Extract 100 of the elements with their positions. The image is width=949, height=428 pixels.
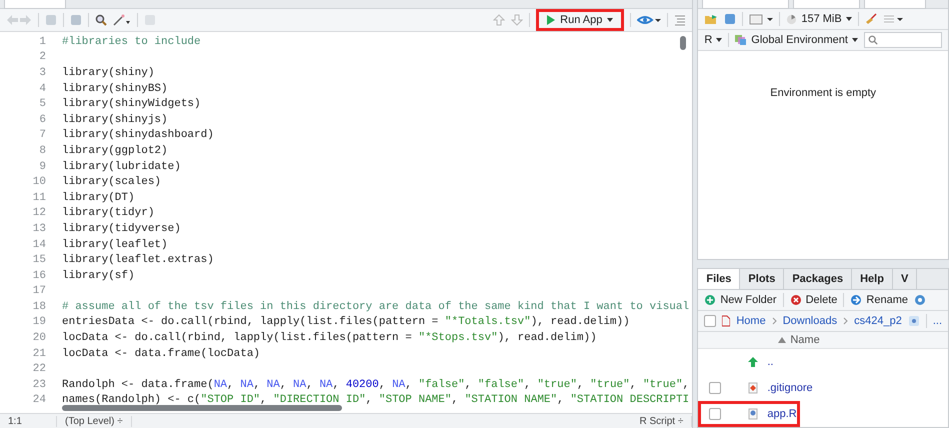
file-row[interactable]: .. — [698, 349, 948, 375]
line-number: 13 — [32, 222, 46, 235]
file-action-button[interactable]: New Folder — [704, 294, 777, 306]
line-number: 18 — [32, 300, 46, 313]
language-dropdown[interactable]: R — [704, 34, 722, 46]
code-line: library(DT) — [62, 192, 135, 204]
line-number: 23 — [32, 378, 46, 391]
import-dataset-icon[interactable] — [749, 13, 774, 25]
arrow-icon — [850, 294, 862, 306]
breadcrumb-link[interactable]: cs424_p2 — [854, 315, 902, 327]
line-number: 21 — [32, 348, 46, 360]
file-action-button[interactable]: Rename — [850, 294, 908, 306]
file-name-link[interactable]: .. — [767, 356, 774, 368]
scope-selector[interactable]: (Top Level) ÷ — [57, 416, 132, 426]
caret-icon — [846, 17, 852, 21]
code-line: names(Randolph) <- c("STOP ID", "DIRECTION ID", "STOP NAME", "STATION NAME", "STATION DESCRIPTI — [62, 394, 690, 406]
select-all-checkbox[interactable] — [704, 315, 716, 327]
memory-usage-dropdown[interactable]: 157 MiB — [786, 13, 852, 25]
code-line: Randolph <- data.frame(NA, NA, NA, NA, NA, 40200, NA, "false", "false", "true", "true", "true", — [62, 378, 690, 391]
line-number: 20 — [32, 332, 46, 344]
file-action-button[interactable]: Delete — [790, 294, 838, 306]
outline-icon[interactable] — [674, 14, 686, 26]
list-view-icon[interactable] — [882, 13, 903, 25]
code-line: entriesData <- do.call(rbind, lapply(list.files(pattern = "*Totals.tsv"), read.delim)) — [62, 316, 630, 328]
down-arrow-icon[interactable] — [511, 14, 524, 26]
empty-environment-message: Environment is empty — [769, 87, 878, 99]
stacked-squares-icon — [735, 34, 748, 46]
play-icon — [547, 15, 556, 25]
up-arrow-icon — [747, 356, 760, 368]
file-name-link[interactable]: .gitignore — [767, 382, 813, 394]
line-number: 24 — [32, 394, 46, 406]
plus-icon — [704, 294, 716, 306]
breadcrumb-link[interactable]: Home — [736, 315, 766, 327]
folder-icon[interactable] — [704, 13, 718, 25]
line-number: 2 — [38, 51, 46, 64]
environment-dropdown[interactable]: Global Environment — [735, 34, 858, 46]
file-row[interactable]: app.R — [698, 401, 800, 427]
row-checkbox[interactable] — [709, 408, 722, 420]
code-line: locData <- do.call(rbind, lapply(list.files(pattern = "*Stops.tsv"), read.delim)) — [62, 332, 597, 344]
publish-icon[interactable] — [637, 14, 662, 26]
file-type-selector[interactable]: R Script ÷ — [632, 416, 692, 426]
scrollbar-thumb[interactable] — [62, 405, 342, 411]
line-number: 15 — [32, 254, 46, 266]
line-number: 1 — [38, 36, 46, 48]
line-number: 22 — [32, 363, 46, 376]
search-icon — [868, 35, 878, 45]
breadcrumb-link[interactable]: Downloads — [782, 315, 838, 327]
caret-icon — [716, 38, 722, 42]
git-file-icon — [747, 382, 760, 394]
caret-icon — [852, 38, 858, 42]
code-line: library(leaflet.extras) — [62, 254, 214, 266]
line-number: 17 — [32, 285, 46, 298]
line-number: 16 — [32, 270, 46, 282]
magic-wand-icon[interactable] — [113, 14, 131, 26]
line-number: 3 — [38, 66, 46, 79]
code-line: library(sf) — [62, 270, 135, 282]
document-icon — [722, 315, 730, 327]
file-row[interactable]: .gitignore — [698, 375, 948, 401]
code-line: locData <- data.frame(locData) — [62, 348, 260, 360]
sort-up-icon[interactable] — [778, 337, 786, 343]
column-header[interactable]: Name — [790, 334, 820, 346]
code-line: library(shinydashboard) — [62, 129, 214, 142]
broom-icon[interactable] — [864, 13, 877, 25]
pie-chart-icon — [786, 14, 798, 24]
line-number: 12 — [32, 207, 46, 220]
code-line: # assume all of the tsv files in this directory are data of the same kind that I want to visual — [62, 300, 690, 313]
run-app-button[interactable]: Run App — [536, 9, 624, 31]
more-button[interactable]: ... — [932, 315, 942, 327]
line-number: 11 — [32, 192, 46, 204]
line-number: 9 — [38, 160, 46, 173]
editor-tab[interactable] — [4, 0, 66, 9]
search-field[interactable] — [864, 32, 942, 48]
line-number: 4 — [38, 82, 46, 95]
line-number: 5 — [38, 98, 46, 110]
line-number: 10 — [32, 176, 46, 188]
up-arrow-icon[interactable] — [493, 14, 506, 26]
r-file-icon — [747, 408, 760, 420]
code-line: library(shinyBS) — [62, 82, 168, 95]
code-line: library(tidyr) — [62, 207, 154, 220]
scrollbar-thumb[interactable] — [680, 36, 686, 50]
code-line: library(shinyjs) — [62, 114, 168, 126]
back-forward-icon[interactable] — [6, 14, 32, 26]
code-line: library(tidyverse) — [62, 222, 181, 235]
line-number: 19 — [32, 316, 46, 328]
code-line: library(scales) — [62, 176, 162, 188]
row-checkbox[interactable] — [709, 382, 722, 394]
file-name-link[interactable]: app.R — [767, 408, 797, 420]
code-line: library(shinyWidgets) — [62, 98, 201, 110]
caret-icon — [607, 18, 614, 22]
line-number: 7 — [38, 129, 46, 142]
chevron-icon — [843, 317, 848, 325]
code-line: library(ggplot2) — [62, 144, 168, 157]
close-icon — [790, 294, 802, 306]
code-line: library(shiny) — [62, 66, 154, 79]
code-line: library(leaflet) — [62, 238, 168, 251]
search-icon[interactable] — [95, 14, 107, 26]
line-number: 8 — [38, 144, 46, 157]
pane-tab[interactable]: Files — [698, 269, 740, 289]
r-project-icon[interactable] — [908, 315, 920, 327]
line-number: 6 — [38, 114, 46, 126]
